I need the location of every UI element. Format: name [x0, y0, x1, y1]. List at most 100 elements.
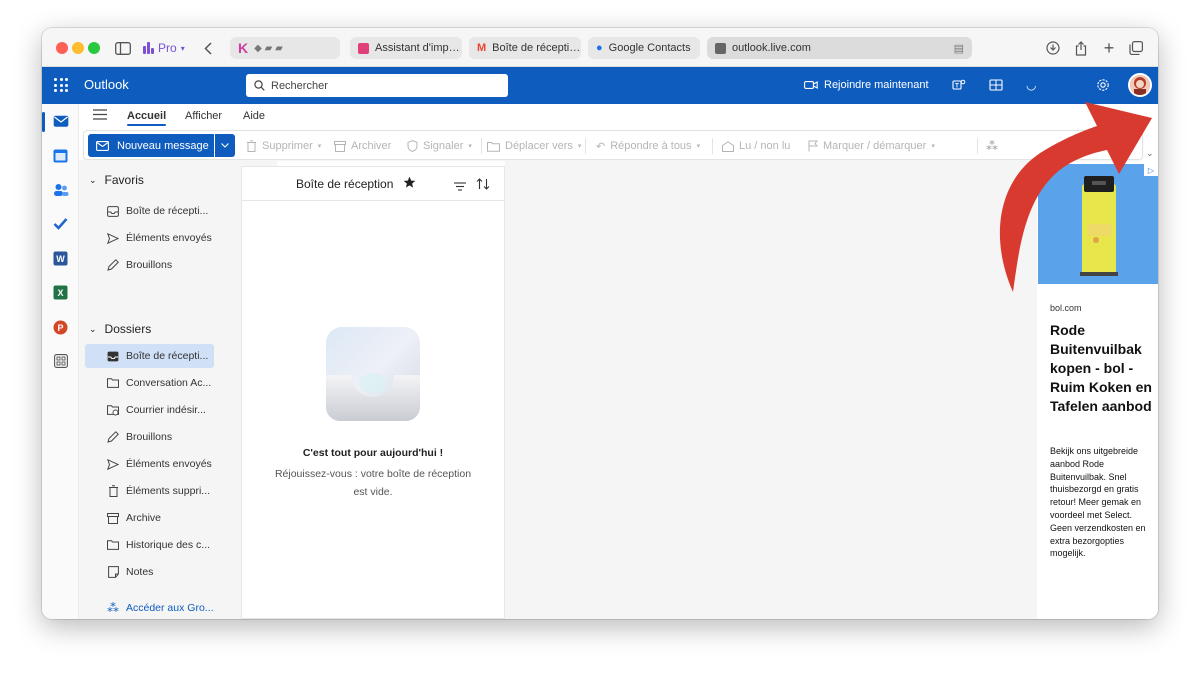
more-apps-icon[interactable] [52, 352, 69, 369]
favorites-header[interactable]: ⌄ Favoris [89, 171, 144, 189]
new-tab-icon[interactable]: + [1100, 38, 1118, 58]
folder-drafts[interactable]: Brouillons [85, 425, 214, 449]
ribbon-tabs: Accueil Afficher Aide [79, 104, 1158, 130]
read-unread-button[interactable]: Lu / non lu [722, 136, 790, 156]
tab-gmail[interactable]: M Boîte de récepti… [469, 37, 581, 59]
address-bar[interactable]: outlook.live.com ▤ [707, 37, 972, 59]
join-meeting-button[interactable]: Rejoindre maintenant [804, 75, 929, 95]
minimize-window-button[interactable] [72, 42, 84, 54]
go-to-groups-link[interactable]: ⁂ Accéder aux Gro... [85, 596, 214, 619]
folder-label: Boîte de récepti... [126, 350, 209, 362]
teams-icon[interactable]: T [952, 75, 966, 95]
folder-label: Brouillons [126, 431, 173, 443]
shield-icon [407, 140, 418, 152]
tab-overview-icon[interactable] [1127, 38, 1145, 58]
empty-state-subtitle: Réjouissez-vous : votre boîte de récepti… [274, 468, 472, 498]
settings-gear-icon[interactable] [1096, 75, 1110, 95]
excel-app-icon[interactable]: X [52, 284, 69, 301]
folder-archive[interactable]: Archive [85, 506, 214, 530]
tab-aide[interactable]: Aide [243, 110, 265, 122]
favorite-inbox[interactable]: Boîte de récepti... [85, 199, 214, 223]
tab-label: Boîte de récepti… [492, 42, 581, 54]
groups-icon: ⁂ [986, 139, 998, 153]
delete-button[interactable]: Supprimer ▾ [246, 136, 321, 156]
folder-label: Conversation Ac... [126, 377, 212, 389]
user-avatar[interactable] [1128, 73, 1152, 97]
groups-button[interactable]: ⁂ [986, 136, 998, 156]
tab-google-contacts[interactable]: ● Google Contacts [588, 37, 700, 59]
back-arrow-icon[interactable] [202, 38, 214, 58]
pro-label: Pro [158, 41, 177, 55]
word-app-icon[interactable]: W [52, 250, 69, 267]
favorite-sent[interactable]: Éléments envoyés [85, 226, 214, 250]
folder-label: Courrier indésir... [126, 404, 206, 416]
powerpoint-app-icon[interactable]: P [52, 319, 69, 336]
move-to-label: Déplacer vers [505, 140, 573, 152]
download-icon[interactable] [1044, 38, 1062, 58]
app-rail: W X P [42, 104, 79, 619]
new-message-button[interactable]: Nouveau message [88, 134, 214, 157]
tab-afficher[interactable]: Afficher [185, 110, 222, 122]
send-icon [107, 232, 119, 244]
share-icon[interactable] [1072, 38, 1090, 58]
folder-inbox[interactable]: Boîte de récepti... [85, 344, 214, 368]
folder-conversation-history[interactable]: Conversation Ac... [85, 371, 214, 395]
app-title[interactable]: Outlook [84, 77, 129, 92]
archive-icon [107, 512, 119, 524]
chevron-down-icon: ⌄ [89, 174, 97, 185]
folder-deleted[interactable]: Éléments suppri... [85, 479, 214, 503]
flag-button[interactable]: Marquer / démarquer ▾ [808, 136, 935, 156]
search-input[interactable]: Rechercher [246, 74, 508, 97]
archive-button[interactable]: Archiver [334, 136, 391, 156]
app-launcher-icon[interactable] [54, 78, 68, 92]
trash-icon [107, 485, 119, 497]
tab-extensions[interactable]: K ◆ ▰ ▰ [230, 37, 340, 59]
bar-chart-icon [143, 42, 154, 54]
folder-sent[interactable]: Éléments envoyés [85, 452, 214, 476]
address-text: outlook.live.com [732, 42, 811, 54]
folder-label: Éléments suppri... [126, 485, 211, 497]
ribbon-expand-icon[interactable]: ⌄ [1146, 148, 1154, 159]
send-icon [107, 458, 119, 470]
join-meeting-label: Rejoindre maintenant [824, 79, 929, 91]
favorite-star-icon[interactable] [403, 176, 416, 194]
people-app-icon[interactable] [52, 181, 69, 198]
ad-product-image[interactable]: ▷ [1038, 164, 1158, 284]
pro-extension-button[interactable]: Pro ▾ [143, 39, 185, 57]
ad-choices-icon[interactable]: ▷ [1144, 164, 1158, 176]
close-window-button[interactable] [56, 42, 68, 54]
filter-icon[interactable] [454, 178, 466, 196]
hamburger-menu-icon[interactable] [93, 109, 107, 123]
sort-icon[interactable] [476, 177, 490, 195]
browser-window: Pro ▾ K ◆ ▰ ▰ Assistant d'imp… M Boîte d… [42, 28, 1158, 619]
search-placeholder: Rechercher [271, 79, 328, 92]
new-message-dropdown-button[interactable] [215, 134, 235, 157]
folder-label: Historique des c... [126, 539, 211, 551]
ad-title[interactable]: Rode Buitenvuilbak kopen - bol - Ruim Ko… [1050, 321, 1154, 416]
reply-all-button[interactable]: ↶ Répondre à tous ▾ [596, 136, 700, 156]
zoom-window-button[interactable] [88, 42, 100, 54]
folder-notes[interactable]: Notes [85, 560, 214, 584]
calendar-app-icon[interactable] [52, 147, 69, 164]
todo-app-icon[interactable] [52, 215, 69, 232]
outlook-favicon-icon [715, 42, 726, 54]
folder-label: Notes [126, 566, 154, 578]
ad-domain[interactable]: bol.com [1050, 303, 1082, 313]
sidebar-toggle-icon[interactable] [114, 38, 132, 58]
notifications-icon[interactable]: ◡ [1026, 75, 1036, 95]
favorite-drafts[interactable]: Brouillons [85, 253, 214, 277]
move-to-button[interactable]: Déplacer vers ▾ [487, 136, 581, 156]
mail-app-icon[interactable] [52, 112, 69, 129]
folder-history[interactable]: Historique des c... [85, 533, 214, 557]
archive-icon [334, 140, 346, 152]
ribbon-separator [585, 138, 586, 154]
tab-assistant[interactable]: Assistant d'imp… [350, 37, 462, 59]
video-camera-icon [804, 81, 818, 89]
office-app-icon[interactable] [989, 75, 1003, 95]
folder-junk[interactable]: Courrier indésir... [85, 398, 214, 422]
tab-accueil[interactable]: Accueil [127, 110, 167, 126]
ad-panel[interactable]: ▷ bol.com Rode Buitenvuilbak kopen - bol… [1038, 164, 1158, 619]
folders-header[interactable]: ⌄ Dossiers [89, 320, 151, 338]
groups-label: Accéder aux Gro... [126, 602, 214, 614]
report-button[interactable]: Signaler ▾ [407, 136, 472, 156]
